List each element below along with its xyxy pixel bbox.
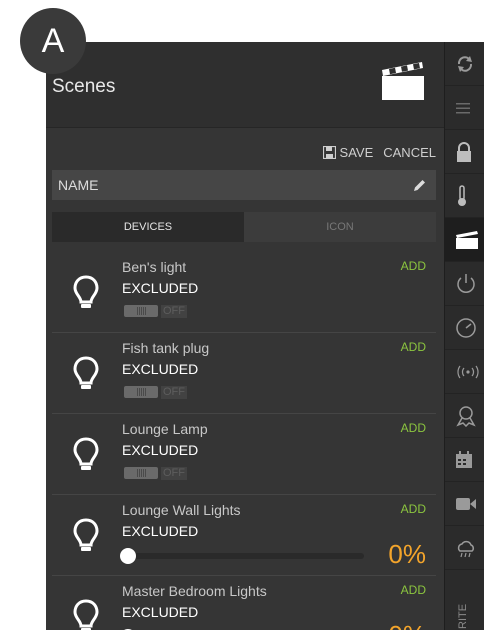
add-device-button[interactable]: ADD — [401, 340, 426, 354]
dimmer-level: 0% — [388, 539, 426, 569]
save-label: SAVE — [339, 144, 374, 160]
add-device-button[interactable]: ADD — [401, 502, 426, 516]
toggle-switch — [124, 467, 158, 479]
sidebar-item-climate[interactable] — [445, 174, 484, 218]
device-list: Ben's light EXCLUDED ADD OFF Fish tank p… — [52, 252, 436, 630]
app-sidebar: RITE — [444, 42, 484, 630]
sidebar-item-weather[interactable] — [445, 526, 484, 570]
bulb-icon — [73, 599, 99, 630]
scene-editor-panel: Scenes SAVE CANCEL NAME DEVICES ICON Ben… — [46, 42, 444, 630]
scene-name-field[interactable]: NAME — [52, 170, 436, 200]
toggle-switch — [124, 305, 158, 317]
dimmer-slider-knob[interactable] — [120, 548, 136, 564]
toggle-switch — [124, 386, 158, 398]
signal-icon — [457, 365, 479, 378]
thermometer-icon — [458, 184, 466, 206]
tab-icon[interactable]: ICON — [244, 212, 436, 242]
device-status: EXCLUDED — [122, 442, 199, 458]
add-device-button[interactable]: ADD — [401, 259, 426, 273]
calendar-icon — [456, 450, 472, 468]
sidebar-write-label: RITE — [457, 603, 469, 629]
annotation-badge: A — [20, 8, 86, 74]
pencil-icon[interactable] — [413, 179, 426, 192]
sidebar-item-write[interactable]: RITE — [445, 604, 484, 630]
tab-devices[interactable]: DEVICES — [52, 212, 244, 242]
power-icon — [457, 273, 475, 293]
gauge-icon — [456, 317, 476, 338]
device-toggle[interactable]: OFF — [124, 304, 190, 318]
scene-tabs: DEVICES ICON — [52, 212, 436, 242]
save-button[interactable]: SAVE — [322, 144, 374, 160]
lock-icon — [457, 141, 471, 162]
toggle-label: OFF — [161, 385, 187, 399]
scene-actions: SAVE CANCEL — [322, 142, 436, 162]
sidebar-item-sensors[interactable] — [445, 350, 484, 394]
sidebar-item-menu[interactable] — [445, 86, 484, 130]
sidebar-item-security[interactable] — [445, 130, 484, 174]
panel-header: Scenes — [46, 42, 444, 128]
device-row: Fish tank plug EXCLUDED ADD OFF — [52, 333, 436, 414]
name-field-label: NAME — [58, 177, 99, 193]
cancel-button[interactable]: CANCEL — [383, 145, 436, 160]
device-row: Lounge Wall Lights EXCLUDED ADD 0% — [52, 495, 436, 576]
bulb-icon — [73, 356, 99, 389]
clapperboard-icon — [382, 62, 424, 100]
add-device-button[interactable]: ADD — [401, 583, 426, 597]
device-name: Lounge Lamp — [122, 421, 208, 437]
sidebar-item-energy[interactable] — [445, 306, 484, 350]
device-status: EXCLUDED — [122, 280, 199, 296]
sidebar-item-refresh[interactable] — [445, 42, 484, 86]
device-status: EXCLUDED — [122, 604, 199, 620]
toggle-label: OFF — [161, 466, 187, 480]
video-icon — [456, 497, 476, 510]
sidebar-item-users[interactable] — [445, 394, 484, 438]
dimmer-slider-track[interactable] — [128, 553, 364, 559]
menu-icon — [456, 102, 470, 113]
save-icon — [322, 145, 336, 159]
add-device-button[interactable]: ADD — [401, 421, 426, 435]
device-name: Lounge Wall Lights — [122, 502, 241, 518]
device-toggle[interactable]: OFF — [124, 466, 190, 480]
weather-icon — [457, 540, 475, 557]
sidebar-item-scenes[interactable] — [445, 218, 484, 262]
device-name: Fish tank plug — [122, 340, 210, 356]
toggle-label: OFF — [161, 304, 187, 318]
sidebar-item-schedule[interactable] — [445, 438, 484, 482]
device-name: Ben's light — [122, 259, 187, 275]
device-row: Ben's light EXCLUDED ADD OFF — [52, 252, 436, 333]
device-name: Master Bedroom Lights — [122, 583, 267, 599]
sidebar-item-power[interactable] — [445, 262, 484, 306]
bulb-icon — [73, 518, 99, 551]
bulb-icon — [73, 275, 99, 308]
refresh-icon — [457, 55, 473, 72]
dimmer-level: 0% — [388, 620, 426, 630]
page-title: Scenes — [52, 76, 116, 97]
sidebar-item-cameras[interactable] — [445, 482, 484, 526]
bulb-icon — [73, 437, 99, 470]
scenes-icon — [456, 230, 478, 249]
device-row: Lounge Lamp EXCLUDED ADD OFF — [52, 414, 436, 495]
device-status: EXCLUDED — [122, 523, 199, 539]
cancel-label: CANCEL — [383, 144, 436, 160]
device-row: Master Bedroom Lights EXCLUDED ADD 0% — [52, 576, 436, 630]
user-icon — [456, 405, 476, 427]
device-toggle[interactable]: OFF — [124, 385, 190, 399]
device-status: EXCLUDED — [122, 361, 199, 377]
